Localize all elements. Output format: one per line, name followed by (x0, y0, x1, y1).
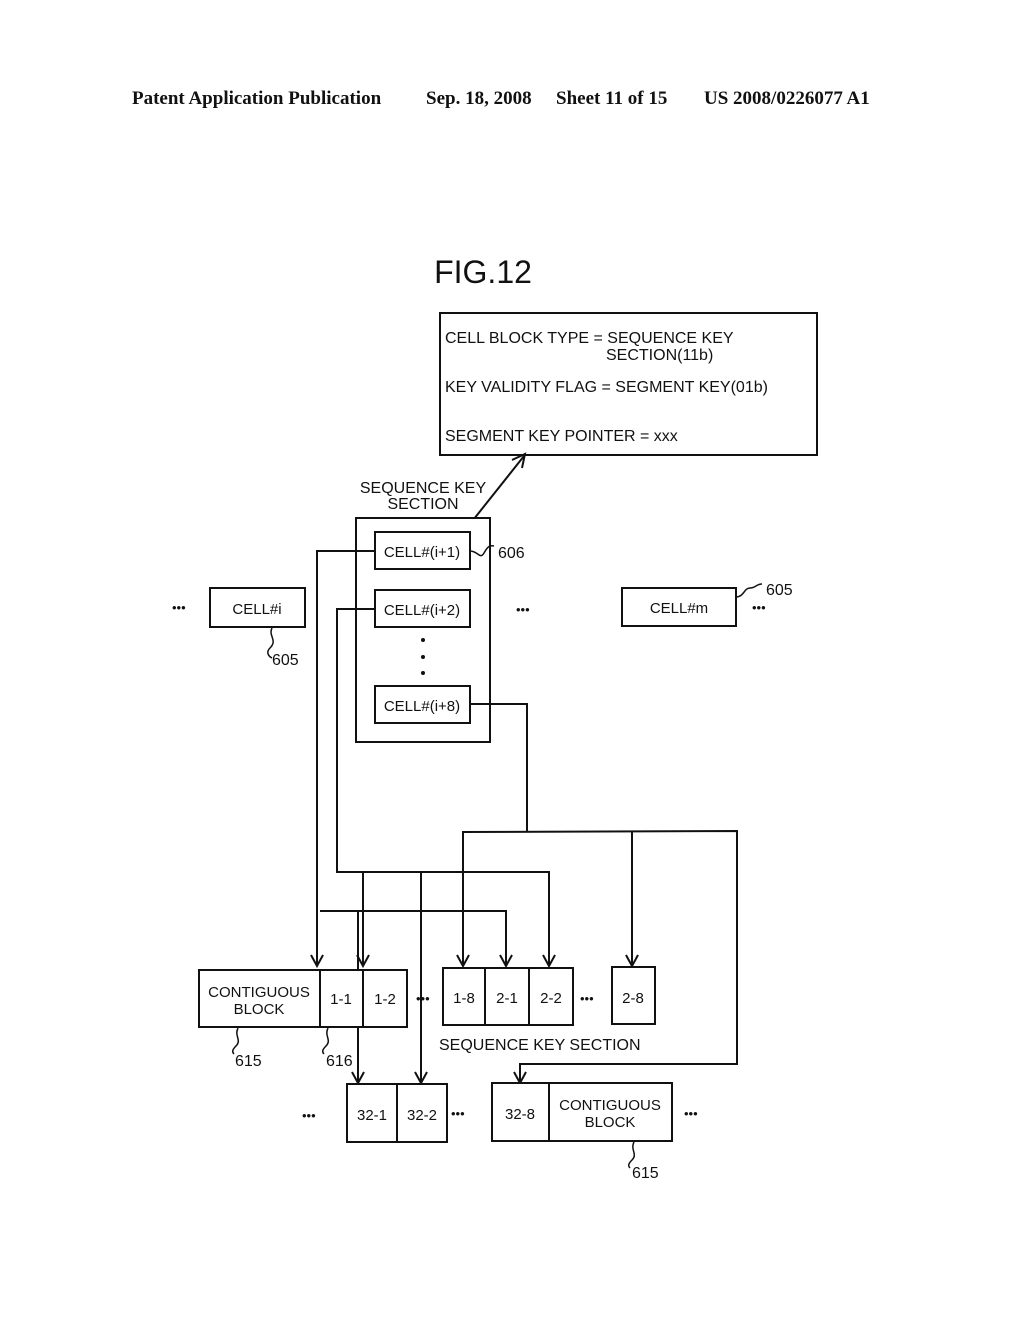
info-segment-key-pointer: SEGMENT KEY POINTER = xxx (445, 428, 678, 445)
row1-contiguous-label-2: BLOCK (234, 1001, 285, 1018)
sequence-key-section-label-line2: SECTION (387, 496, 458, 513)
cell-i-plus-2-label: CELL#(i+2) (384, 602, 460, 619)
fig12-diagram: FIG.12 CELL BLOCK TYPE = SEQUENCE KEY SE… (172, 254, 818, 1182)
segment-1-1: 1-1 (330, 991, 352, 1008)
ref-615-leader-left (231, 1027, 240, 1055)
ref-605-leader-right (735, 583, 763, 598)
cell-i-label: CELL#i (232, 601, 281, 618)
ellipsis-middle: ••• (516, 602, 530, 617)
wire-cell-i1-branch-2-1 (320, 910, 507, 965)
cell-i-plus-1-label: CELL#(i+1) (384, 544, 460, 561)
info-cell-block-type: CELL BLOCK TYPE = SEQUENCE KEY (445, 330, 734, 347)
cell-m-label: CELL#m (650, 600, 708, 617)
segment-32-2: 32-2 (407, 1107, 437, 1124)
ellipsis-left-cell-i: ••• (172, 600, 186, 615)
row2-segment-group-a: 32-1 32-2 (346, 1083, 448, 1143)
ref-605-left: 605 (272, 652, 299, 669)
cell-info-box: CELL BLOCK TYPE = SEQUENCE KEY SECTION(1… (439, 312, 818, 456)
cell-i-plus-8: CELL#(i+8) (374, 685, 471, 724)
figure-title: FIG.12 (434, 254, 532, 290)
row1-sequence-key-section-group: 1-8 2-1 2-2 (442, 967, 574, 1026)
segment-2-2: 2-2 (540, 990, 562, 1007)
info-key-validity-flag: KEY VALIDITY FLAG = SEGMENT KEY(01b) (445, 379, 768, 396)
ellipsis-row1-b: ••• (580, 991, 594, 1006)
row1-caption: SEQUENCE KEY SECTION (439, 1037, 641, 1054)
row2-contiguous-label-2: BLOCK (585, 1114, 636, 1131)
ellipsis-row2-mid: ••• (451, 1106, 465, 1121)
row2-contiguous-label-1: CONTIGUOUS (559, 1097, 661, 1114)
ref-616-leader (321, 1027, 330, 1055)
row1-contiguous-label-1: CONTIGUOUS (208, 984, 310, 1001)
sequence-key-section-label-line1: SEQUENCE KEY (360, 480, 487, 497)
cell-i: CELL#i (209, 587, 306, 628)
cell-i-plus-1: CELL#(i+1) (374, 531, 471, 570)
ref-606: 606 (498, 545, 525, 562)
cell-i-plus-2: CELL#(i+2) (374, 589, 471, 628)
cell-m: CELL#m (621, 587, 737, 627)
ref-615-right: 615 (632, 1165, 659, 1182)
row1-contiguous-block-group: CONTIGUOUS BLOCK 1-1 1-2 (198, 969, 408, 1028)
info-cell-block-type-cont: SECTION(11b) (606, 347, 713, 364)
segment-1-2: 1-2 (374, 991, 396, 1008)
cell-i-plus-8-label: CELL#(i+8) (384, 698, 460, 715)
ellipsis-right-cell-m: ••• (752, 600, 766, 615)
segment-2-8: 2-8 (622, 990, 644, 1007)
ref-605-right: 605 (766, 582, 793, 599)
ref-615-left: 615 (235, 1053, 262, 1070)
segment-32-8: 32-8 (505, 1106, 535, 1123)
ellipsis-row1-a: ••• (416, 991, 430, 1006)
ellipsis-row2-right: ••• (684, 1106, 698, 1121)
row2-contiguous-block-group: 32-8 CONTIGUOUS BLOCK (491, 1082, 673, 1142)
segment-2-8-group: 2-8 (611, 966, 656, 1025)
ellipsis-row2-left: ••• (302, 1108, 316, 1123)
segment-1-8: 1-8 (453, 990, 475, 1007)
ref-616: 616 (326, 1053, 353, 1070)
segment-32-1: 32-1 (357, 1107, 387, 1124)
segment-2-1: 2-1 (496, 990, 518, 1007)
